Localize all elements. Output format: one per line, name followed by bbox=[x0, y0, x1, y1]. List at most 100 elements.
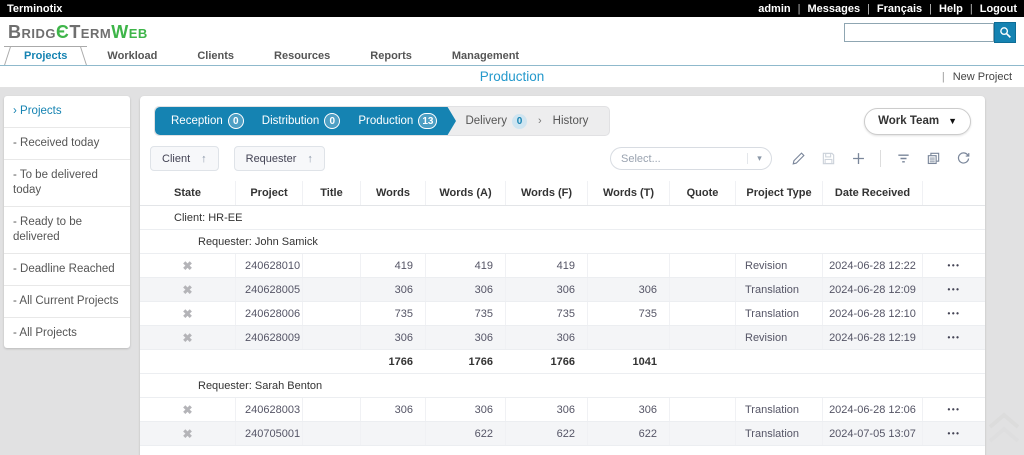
topbar-link-logout[interactable]: Logout bbox=[980, 3, 1017, 15]
group-requester-row: Requester: John Samick bbox=[140, 230, 985, 254]
cell-project_type: Translation bbox=[735, 278, 822, 301]
sidebar-item-prefix: - bbox=[13, 216, 17, 228]
more-actions-button[interactable]: ••• bbox=[948, 309, 961, 318]
column-header-project[interactable]: Project bbox=[235, 181, 302, 205]
cell-date_received: 2024-07-05 13:07 bbox=[822, 422, 922, 445]
topbar-link-help[interactable]: Help bbox=[939, 3, 963, 15]
stage-label: Reception bbox=[171, 115, 223, 127]
column-header-date-received[interactable]: Date Received bbox=[822, 181, 922, 205]
sidebar-item-received-today[interactable]: - Received today bbox=[4, 128, 130, 160]
logo-segment: Term bbox=[69, 22, 111, 43]
cell-project: 240628010 bbox=[235, 254, 302, 277]
cell-words_a: 306 bbox=[425, 398, 505, 421]
sidebar-item-deadline-reached[interactable]: - Deadline Reached bbox=[4, 254, 130, 286]
topbar-link-français[interactable]: Français bbox=[877, 3, 922, 15]
cell-words: 306 bbox=[360, 398, 425, 421]
cell-words: 735 bbox=[360, 302, 425, 325]
column-header-words-f-[interactable]: Words (F) bbox=[505, 181, 587, 205]
column-header-title[interactable]: Title bbox=[302, 181, 360, 205]
subtotal-cell bbox=[669, 350, 735, 373]
tab-reports[interactable]: Reports bbox=[350, 47, 432, 65]
copy-icon[interactable] bbox=[925, 151, 941, 167]
sidebar-item-prefix: - bbox=[13, 327, 17, 339]
filter-icon[interactable] bbox=[895, 151, 911, 167]
tab-projects[interactable]: Projects bbox=[4, 46, 87, 65]
sort-button-label: Requester bbox=[246, 153, 297, 165]
cell-words_t: 622 bbox=[587, 422, 669, 445]
subtotal-row: 1766176617661041 bbox=[140, 350, 985, 374]
column-header-quote[interactable]: Quote bbox=[669, 181, 735, 205]
add-icon[interactable] bbox=[850, 151, 866, 167]
sort-button-client[interactable]: Client↑ bbox=[150, 146, 219, 171]
table-row[interactable]: ✖240628010419419419Revision2024-06-28 12… bbox=[140, 254, 985, 278]
state-cell: ✖ bbox=[140, 398, 235, 421]
pipeline-stage-reception[interactable]: Reception0 bbox=[162, 113, 253, 129]
tab-management[interactable]: Management bbox=[432, 47, 539, 65]
toolbar-right: Select... ▾ bbox=[610, 147, 971, 170]
more-actions-button[interactable]: ••• bbox=[948, 333, 961, 342]
sidebar-item-projects[interactable]: › Projects bbox=[4, 96, 130, 128]
table-row[interactable]: ✖240628006735735735735Translation2024-06… bbox=[140, 302, 985, 326]
edit-icon[interactable] bbox=[790, 151, 806, 167]
sidebar-item-all-projects[interactable]: - All Projects bbox=[4, 318, 130, 349]
search-button[interactable] bbox=[994, 22, 1016, 43]
cell-quote bbox=[669, 326, 735, 349]
table-row[interactable]: ✖240628009306306306Revision2024-06-28 12… bbox=[140, 326, 985, 350]
state-x-icon: ✖ bbox=[182, 283, 192, 297]
pipeline-stage-production[interactable]: Production13 bbox=[349, 113, 446, 129]
bridgeterm-app: Terminotix admin|Messages|Français|Help|… bbox=[0, 0, 1024, 455]
cell-words_t: 306 bbox=[587, 278, 669, 301]
more-actions-button[interactable]: ••• bbox=[948, 261, 961, 270]
table-row[interactable]: ✖240705001622622622Translation2024-07-05… bbox=[140, 422, 985, 446]
work-team-button[interactable]: Work Team ▼ bbox=[864, 108, 971, 135]
tab-resources[interactable]: Resources bbox=[254, 47, 350, 65]
cell-words_t bbox=[587, 254, 669, 277]
state-x-icon: ✖ bbox=[182, 403, 192, 417]
topbar-link-admin[interactable]: admin bbox=[758, 3, 790, 15]
cell-project: 240628009 bbox=[235, 326, 302, 349]
column-header-words[interactable]: Words bbox=[360, 181, 425, 205]
cell-words_a: 419 bbox=[425, 254, 505, 277]
sidebar-item-to-be-delivered-today[interactable]: - To be delivered today bbox=[4, 160, 130, 207]
pipeline-stage-distribution[interactable]: Distribution0 bbox=[253, 113, 350, 129]
table-row[interactable]: ✖240628003306306306306Translation2024-06… bbox=[140, 398, 985, 422]
more-actions-button[interactable]: ••• bbox=[948, 429, 961, 438]
column-header-project-type[interactable]: Project Type bbox=[735, 181, 822, 205]
column-header-state[interactable]: State bbox=[140, 181, 235, 205]
cell-words_a: 622 bbox=[425, 422, 505, 445]
new-project-link[interactable]: New Project bbox=[953, 71, 1012, 83]
more-actions-button[interactable]: ••• bbox=[948, 285, 961, 294]
cell-quote bbox=[669, 302, 735, 325]
workflow-pipeline: Reception0Distribution0Production13 Deli… bbox=[154, 106, 610, 136]
sidebar-item-ready-to-be-delivered[interactable]: - Ready to be delivered bbox=[4, 207, 130, 254]
tab-workload[interactable]: Workload bbox=[87, 47, 177, 65]
cell-project: 240705001 bbox=[235, 422, 302, 445]
subtotal-cell bbox=[140, 350, 235, 373]
pipeline-stage-history[interactable]: History bbox=[544, 115, 598, 127]
column-header-words-t-[interactable]: Words (T) bbox=[587, 181, 669, 205]
state-cell: ✖ bbox=[140, 254, 235, 277]
sort-button-requester[interactable]: Requester↑ bbox=[234, 146, 325, 171]
actions-cell: ••• bbox=[922, 326, 985, 349]
topbar-link-messages[interactable]: Messages bbox=[807, 3, 860, 15]
brand-terminotix: Terminotix bbox=[7, 3, 62, 15]
sidebar-item-all-current-projects[interactable]: - All Current Projects bbox=[4, 286, 130, 318]
state-x-icon: ✖ bbox=[182, 307, 192, 321]
chevron-right-icon: › bbox=[538, 115, 542, 127]
cell-words_f: 306 bbox=[505, 278, 587, 301]
column-header-words-a-[interactable]: Words (A) bbox=[425, 181, 505, 205]
cell-words_a: 735 bbox=[425, 302, 505, 325]
pipeline-stage-delivery[interactable]: Delivery0 bbox=[456, 114, 536, 129]
stage-label: Production bbox=[358, 115, 413, 127]
table-row[interactable]: ✖240628005306306306306Translation2024-06… bbox=[140, 278, 985, 302]
topbar-links: admin|Messages|Français|Help|Logout bbox=[758, 3, 1017, 15]
search-input[interactable] bbox=[844, 23, 994, 42]
refresh-icon[interactable] bbox=[955, 151, 971, 167]
cell-project_type: Translation bbox=[735, 398, 822, 421]
pipeline-gray-segment: Delivery0›History bbox=[456, 114, 597, 129]
stage-label: Delivery bbox=[465, 115, 507, 127]
logo-segment: Bridg bbox=[8, 22, 56, 43]
more-actions-button[interactable]: ••• bbox=[948, 405, 961, 414]
tab-clients[interactable]: Clients bbox=[177, 47, 254, 65]
filter-select[interactable]: Select... ▾ bbox=[610, 147, 772, 170]
